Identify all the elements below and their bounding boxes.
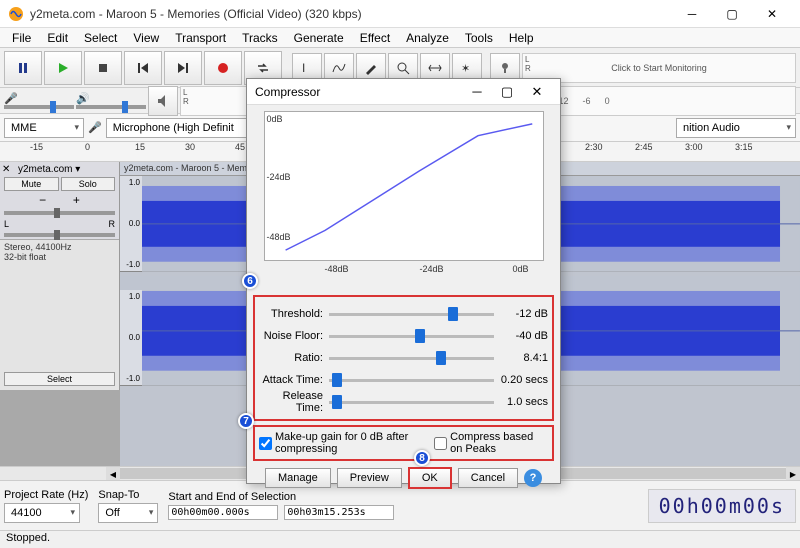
dialog-titlebar[interactable]: Compressor ─ ▢ ✕ — [247, 79, 560, 105]
pan-slider[interactable] — [4, 233, 115, 237]
skip-start-button[interactable] — [124, 51, 162, 85]
statusbar: Stopped. — [0, 530, 800, 548]
mic-icon: 🎤 — [4, 93, 18, 105]
annotation-badge-8: 8 — [414, 450, 430, 466]
gain-slider[interactable] — [4, 211, 115, 215]
track-header[interactable]: ✕ y2meta.com ▾ Mute Solo − + LR — [0, 162, 119, 240]
menu-analyze[interactable]: Analyze — [398, 29, 457, 47]
dialog-title-text: Compressor — [255, 85, 462, 99]
scroll-left-arrow[interactable]: ◀ — [106, 467, 120, 481]
scroll-right-arrow[interactable]: ▶ — [786, 467, 800, 481]
status-text: Stopped. — [6, 532, 50, 544]
compress-peaks-checkbox[interactable]: Compress based on Peaks — [434, 431, 548, 455]
attack-time-slider[interactable] — [329, 379, 494, 382]
close-button[interactable]: ✕ — [752, 0, 792, 28]
track-close-icon[interactable]: ✕ — [2, 164, 10, 175]
project-rate-label: Project Rate (Hz) — [4, 489, 88, 501]
play-button[interactable] — [44, 51, 82, 85]
svg-text:I: I — [302, 61, 305, 75]
recording-meter[interactable]: LR Click to Start Monitoring — [522, 53, 796, 83]
skip-end-button[interactable] — [164, 51, 202, 85]
annotation-badge-7: 7 — [238, 413, 254, 429]
minimize-button[interactable]: ─ — [672, 0, 712, 28]
window-title: y2meta.com - Maroon 5 - Memories (Offici… — [30, 7, 672, 21]
titlebar: y2meta.com - Maroon 5 - Memories (Offici… — [0, 0, 800, 28]
menu-tools[interactable]: Tools — [457, 29, 501, 47]
compressor-graph: 0dB -24dB -48dB -48dB -24dB 0dB — [264, 111, 544, 261]
mute-button[interactable]: Mute — [4, 177, 59, 191]
menu-select[interactable]: Select — [76, 29, 125, 47]
pause-button[interactable] — [4, 51, 42, 85]
menu-transport[interactable]: Transport — [167, 29, 234, 47]
help-icon[interactable]: ? — [524, 469, 542, 487]
playback-volume-slider[interactable] — [76, 105, 146, 109]
makeup-gain-checkbox[interactable]: Make-up gain for 0 dB after compressing — [259, 431, 424, 455]
preview-button[interactable]: Preview — [337, 468, 402, 488]
menu-help[interactable]: Help — [501, 29, 542, 47]
dialog-minimize-button[interactable]: ─ — [462, 84, 492, 99]
compressor-dialog: Compressor ─ ▢ ✕ 0dB -24dB -48dB -48dB -… — [246, 78, 561, 484]
project-rate-combo[interactable]: 44100 — [4, 503, 80, 523]
menu-tracks[interactable]: Tracks — [234, 29, 286, 47]
menu-file[interactable]: File — [4, 29, 39, 47]
menu-effect[interactable]: Effect — [352, 29, 398, 47]
threshold-slider[interactable] — [329, 313, 494, 316]
mic-icon: 🎤 — [88, 121, 102, 134]
solo-button[interactable]: Solo — [61, 177, 116, 191]
maximize-button[interactable]: ▢ — [712, 0, 752, 28]
ok-button[interactable]: OK — [408, 467, 452, 489]
menu-edit[interactable]: Edit — [39, 29, 76, 47]
track-format-info: Stereo, 44100Hz 32-bit float — [0, 240, 119, 264]
ratio-slider[interactable] — [329, 357, 494, 360]
speaker-icon: 🔊 — [76, 93, 90, 105]
dialog-maximize-button[interactable]: ▢ — [492, 84, 522, 100]
play-meter-icon[interactable] — [148, 86, 178, 116]
annotation-badge-6: 6 — [242, 273, 258, 289]
dialog-close-button[interactable]: ✕ — [522, 84, 552, 100]
snap-to-label: Snap-To — [98, 489, 158, 501]
track-select-button[interactable]: Select — [4, 372, 115, 386]
time-display: 00h00m00s — [648, 489, 796, 523]
snap-to-combo[interactable]: Off — [98, 503, 158, 523]
cancel-button[interactable]: Cancel — [458, 468, 518, 488]
stop-button[interactable] — [84, 51, 122, 85]
audio-host-combo[interactable]: MME — [4, 118, 84, 138]
playback-device-combo[interactable]: nition Audio — [676, 118, 796, 138]
transfer-curve — [265, 112, 543, 260]
selection-end-input[interactable] — [284, 505, 394, 520]
manage-button[interactable]: Manage — [265, 468, 331, 488]
meter-hint: Click to Start Monitoring — [611, 63, 707, 73]
menu-view[interactable]: View — [125, 29, 167, 47]
menu-generate[interactable]: Generate — [286, 29, 352, 47]
selection-label: Start and End of Selection — [168, 491, 394, 503]
dialog-button-row: Manage Preview OK Cancel ? — [247, 467, 560, 489]
app-icon — [8, 6, 24, 22]
record-button[interactable] — [204, 51, 242, 85]
recording-device-combo[interactable]: Microphone (High Definit — [106, 118, 266, 138]
selection-start-input[interactable] — [168, 505, 278, 520]
svg-text:✶: ✶ — [461, 63, 470, 75]
noise-floor-slider[interactable] — [329, 335, 494, 338]
recording-volume-slider[interactable] — [4, 105, 74, 109]
release-time-slider[interactable] — [329, 401, 494, 404]
checkbox-group: Make-up gain for 0 dB after compressing … — [253, 425, 554, 461]
track-name: y2meta.com — [4, 164, 72, 175]
menubar: File Edit Select View Transport Tracks G… — [0, 28, 800, 48]
slider-group: Threshold:-12 dB Noise Floor:-40 dB Rati… — [253, 295, 554, 421]
track-control-panel: ✕ y2meta.com ▾ Mute Solo − + LR Stereo, … — [0, 162, 120, 390]
